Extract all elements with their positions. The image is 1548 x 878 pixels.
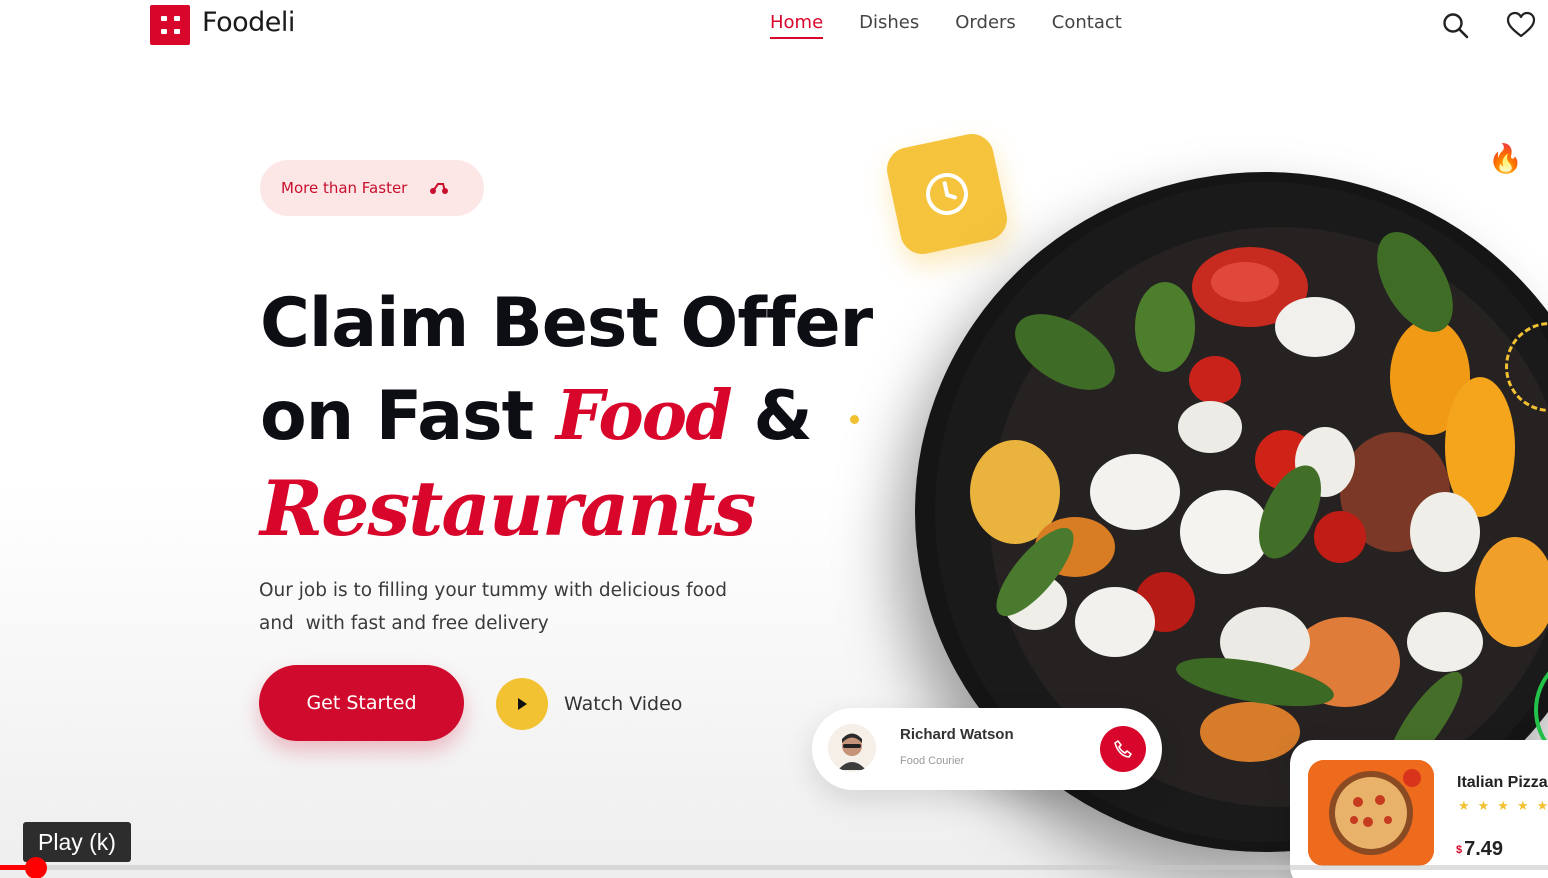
play-tooltip: Play (k) — [23, 822, 131, 862]
watch-video-label[interactable]: Watch Video — [564, 693, 682, 715]
scooter-icon — [430, 183, 449, 194]
currency-symbol: $ — [1456, 843, 1463, 856]
subtext-line-1: Our job is to filling your tummy with de… — [259, 580, 728, 601]
nav-orders[interactable]: Orders — [955, 12, 1016, 39]
get-started-button[interactable]: Get Started — [259, 665, 464, 741]
decor-dot — [850, 415, 859, 424]
heart-icon[interactable] — [1506, 10, 1536, 40]
video-progress-bar[interactable] — [0, 865, 1548, 870]
nav-contact[interactable]: Contact — [1052, 12, 1122, 39]
nav-dishes[interactable]: Dishes — [859, 12, 919, 39]
dish-price: $7.49 — [1456, 838, 1503, 861]
headline-line-2: on Fast Food & — [260, 370, 872, 463]
subtext-line-2: and with fast and free delivery — [259, 613, 549, 634]
nav-home[interactable]: Home — [770, 12, 824, 39]
headline-prefix: on Fast — [260, 377, 556, 456]
logo[interactable] — [150, 5, 190, 45]
logo-mark — [160, 29, 167, 34]
search-icon[interactable] — [1440, 10, 1470, 40]
clock-tile — [882, 129, 1012, 259]
rating-stars: ★★★★★ — [1458, 798, 1548, 813]
dish-card[interactable]: Italian Pizza ★★★★★ $7.49 — [1290, 740, 1548, 878]
video-scrubber-handle[interactable] — [25, 857, 47, 878]
courier-role: Food Courier — [900, 755, 965, 767]
headline-line-1: Claim Best Offer — [260, 284, 873, 363]
logo-mark — [173, 16, 180, 21]
phone-icon[interactable] — [1100, 726, 1146, 772]
pizza-image — [1308, 760, 1434, 866]
headline-line-3: Restaurants — [260, 464, 756, 553]
play-icon[interactable] — [496, 678, 548, 730]
fire-icon: 🔥 — [1488, 143, 1523, 174]
brand-name[interactable]: Foodeli — [202, 7, 295, 38]
badge-pill: More than Faster — [260, 160, 484, 216]
hero-subtext: Our job is to filling your tummy with de… — [259, 574, 779, 640]
main-nav: Home Dishes Orders Contact — [770, 12, 1122, 39]
watch-video-button[interactable]: Watch Video — [496, 678, 682, 730]
headline-suffix: & — [730, 377, 812, 456]
logo-mark — [173, 29, 180, 34]
dish-name: Italian Pizza — [1457, 774, 1548, 791]
hero-headline: Claim Best Offer on Fast Food & Restaura… — [260, 278, 873, 555]
avatar — [828, 724, 876, 772]
courier-card: Richard Watson Food Courier — [812, 708, 1162, 790]
clock-icon — [926, 173, 968, 215]
courier-name: Richard Watson — [900, 726, 1014, 743]
logo-mark — [160, 16, 167, 21]
headline-highlight: Food — [555, 376, 733, 456]
badge-text: More than Faster — [281, 179, 408, 197]
price-value: 7.49 — [1464, 838, 1504, 860]
